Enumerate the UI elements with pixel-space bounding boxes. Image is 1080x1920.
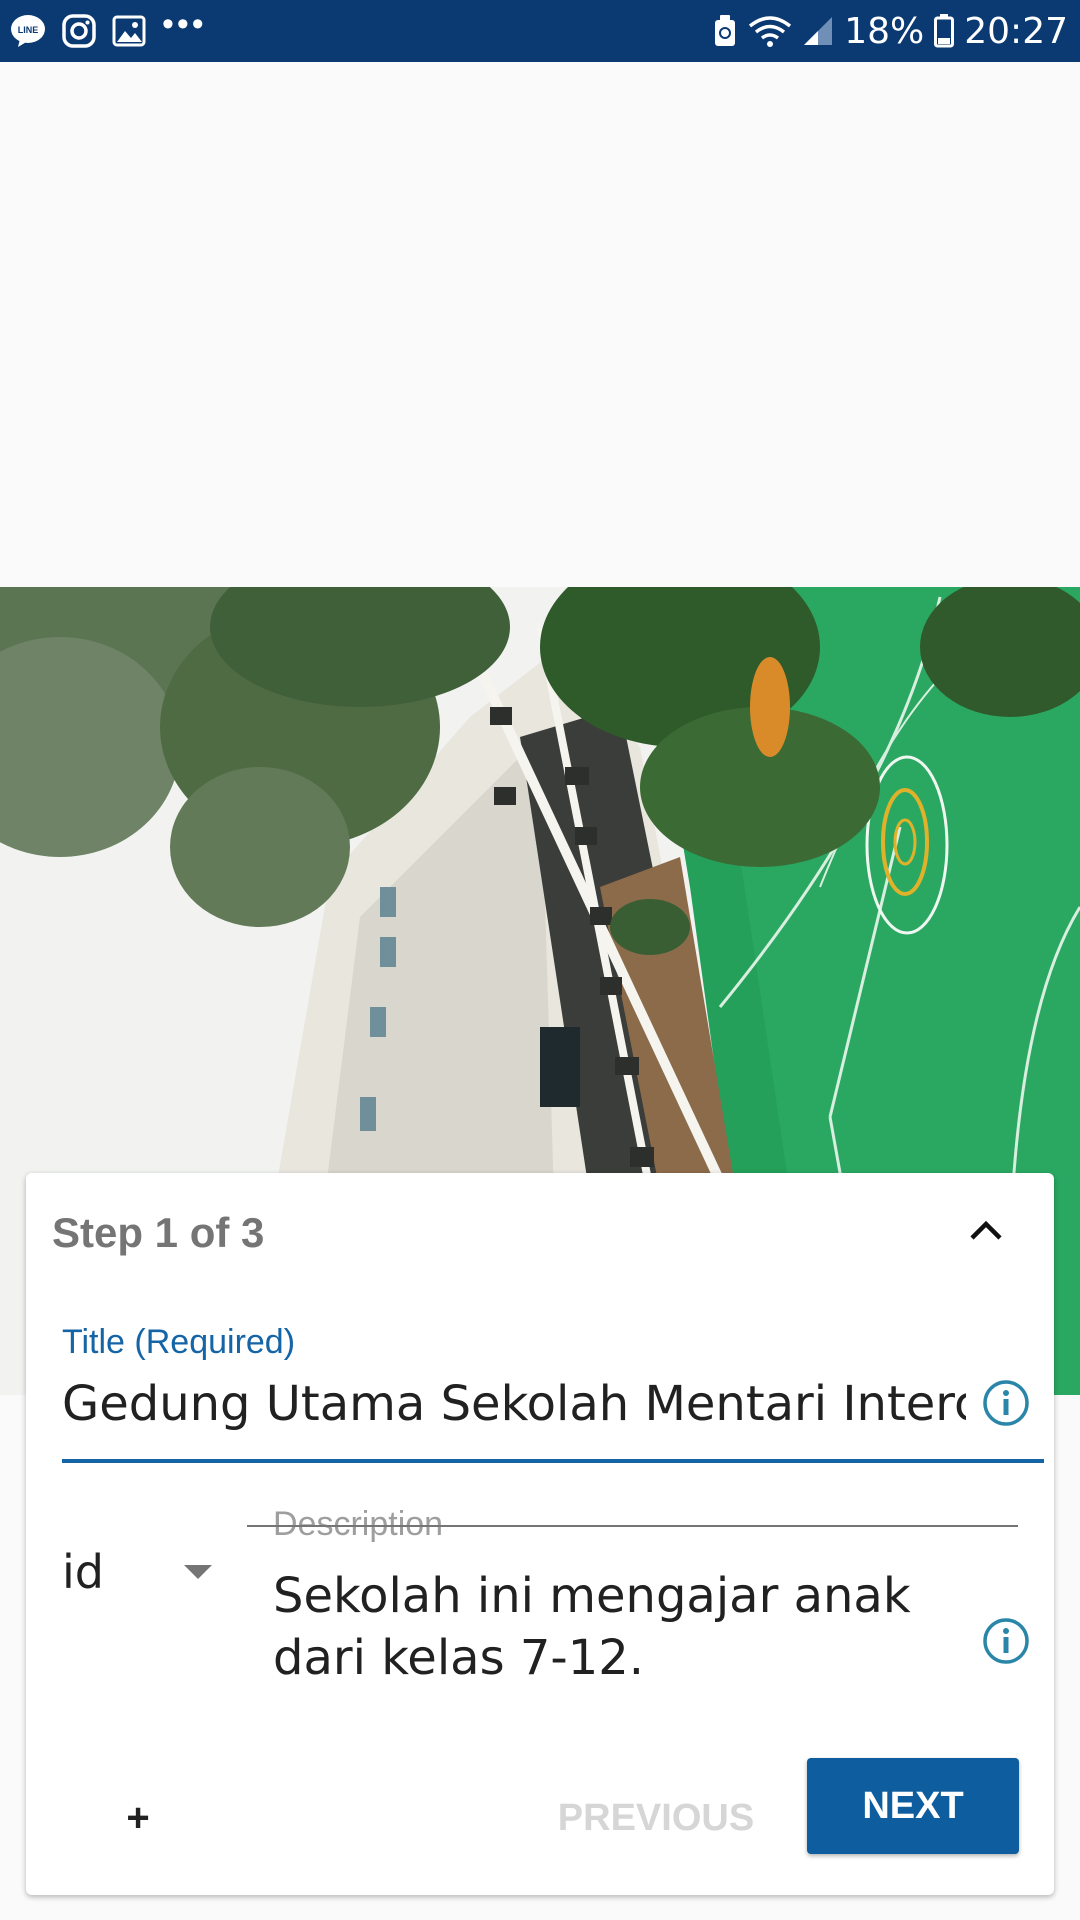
title-info-button[interactable] xyxy=(966,1363,1046,1443)
language-dropdown[interactable]: id xyxy=(62,1533,252,1613)
status-bar-system: 18% 20:27 xyxy=(702,11,1068,52)
nfc-icon xyxy=(712,14,738,48)
step-indicator: Step 1 of 3 xyxy=(52,1209,265,1256)
info-icon xyxy=(983,1380,1029,1426)
title-input[interactable]: Gedung Utama Sekolah Mentari Intercultur… xyxy=(62,1373,982,1435)
clock: 20:27 xyxy=(964,10,1068,52)
gallery-icon xyxy=(112,15,146,47)
collapse-button[interactable] xyxy=(951,1195,1021,1265)
info-icon xyxy=(983,1618,1029,1664)
battery-icon xyxy=(934,14,955,48)
add-caption-button[interactable]: + xyxy=(98,1778,178,1858)
description-input[interactable]: Sekolah ini mengajar anak dari kelas 7-1… xyxy=(273,1565,973,1689)
signal-icon xyxy=(802,15,834,47)
svg-text:LINE: LINE xyxy=(18,25,39,35)
dropdown-arrow-icon xyxy=(184,1565,212,1579)
previous-button[interactable]: PREVIOUS xyxy=(516,1778,796,1858)
more-dots-icon: ••• xyxy=(162,5,207,43)
chevron-up-icon xyxy=(970,1220,1002,1240)
language-value: id xyxy=(62,1545,104,1599)
title-input-underline xyxy=(62,1459,1044,1463)
battery-percent: 18% xyxy=(844,10,925,52)
instagram-icon xyxy=(62,14,96,48)
line-icon: LINE xyxy=(10,13,46,49)
status-bar-notifications: LINE ••• xyxy=(10,7,207,49)
status-bar: LINE ••• 18% 20:27 xyxy=(0,0,1080,62)
next-button[interactable]: NEXT xyxy=(807,1758,1019,1854)
upload-wizard-card: Step 1 of 3 Title (Required) Gedung Utam… xyxy=(26,1173,1054,1895)
description-info-button[interactable] xyxy=(966,1601,1046,1681)
description-input-underline xyxy=(247,1525,1018,1527)
wifi-icon xyxy=(748,14,792,48)
title-field-label: Title (Required) xyxy=(62,1323,296,1361)
